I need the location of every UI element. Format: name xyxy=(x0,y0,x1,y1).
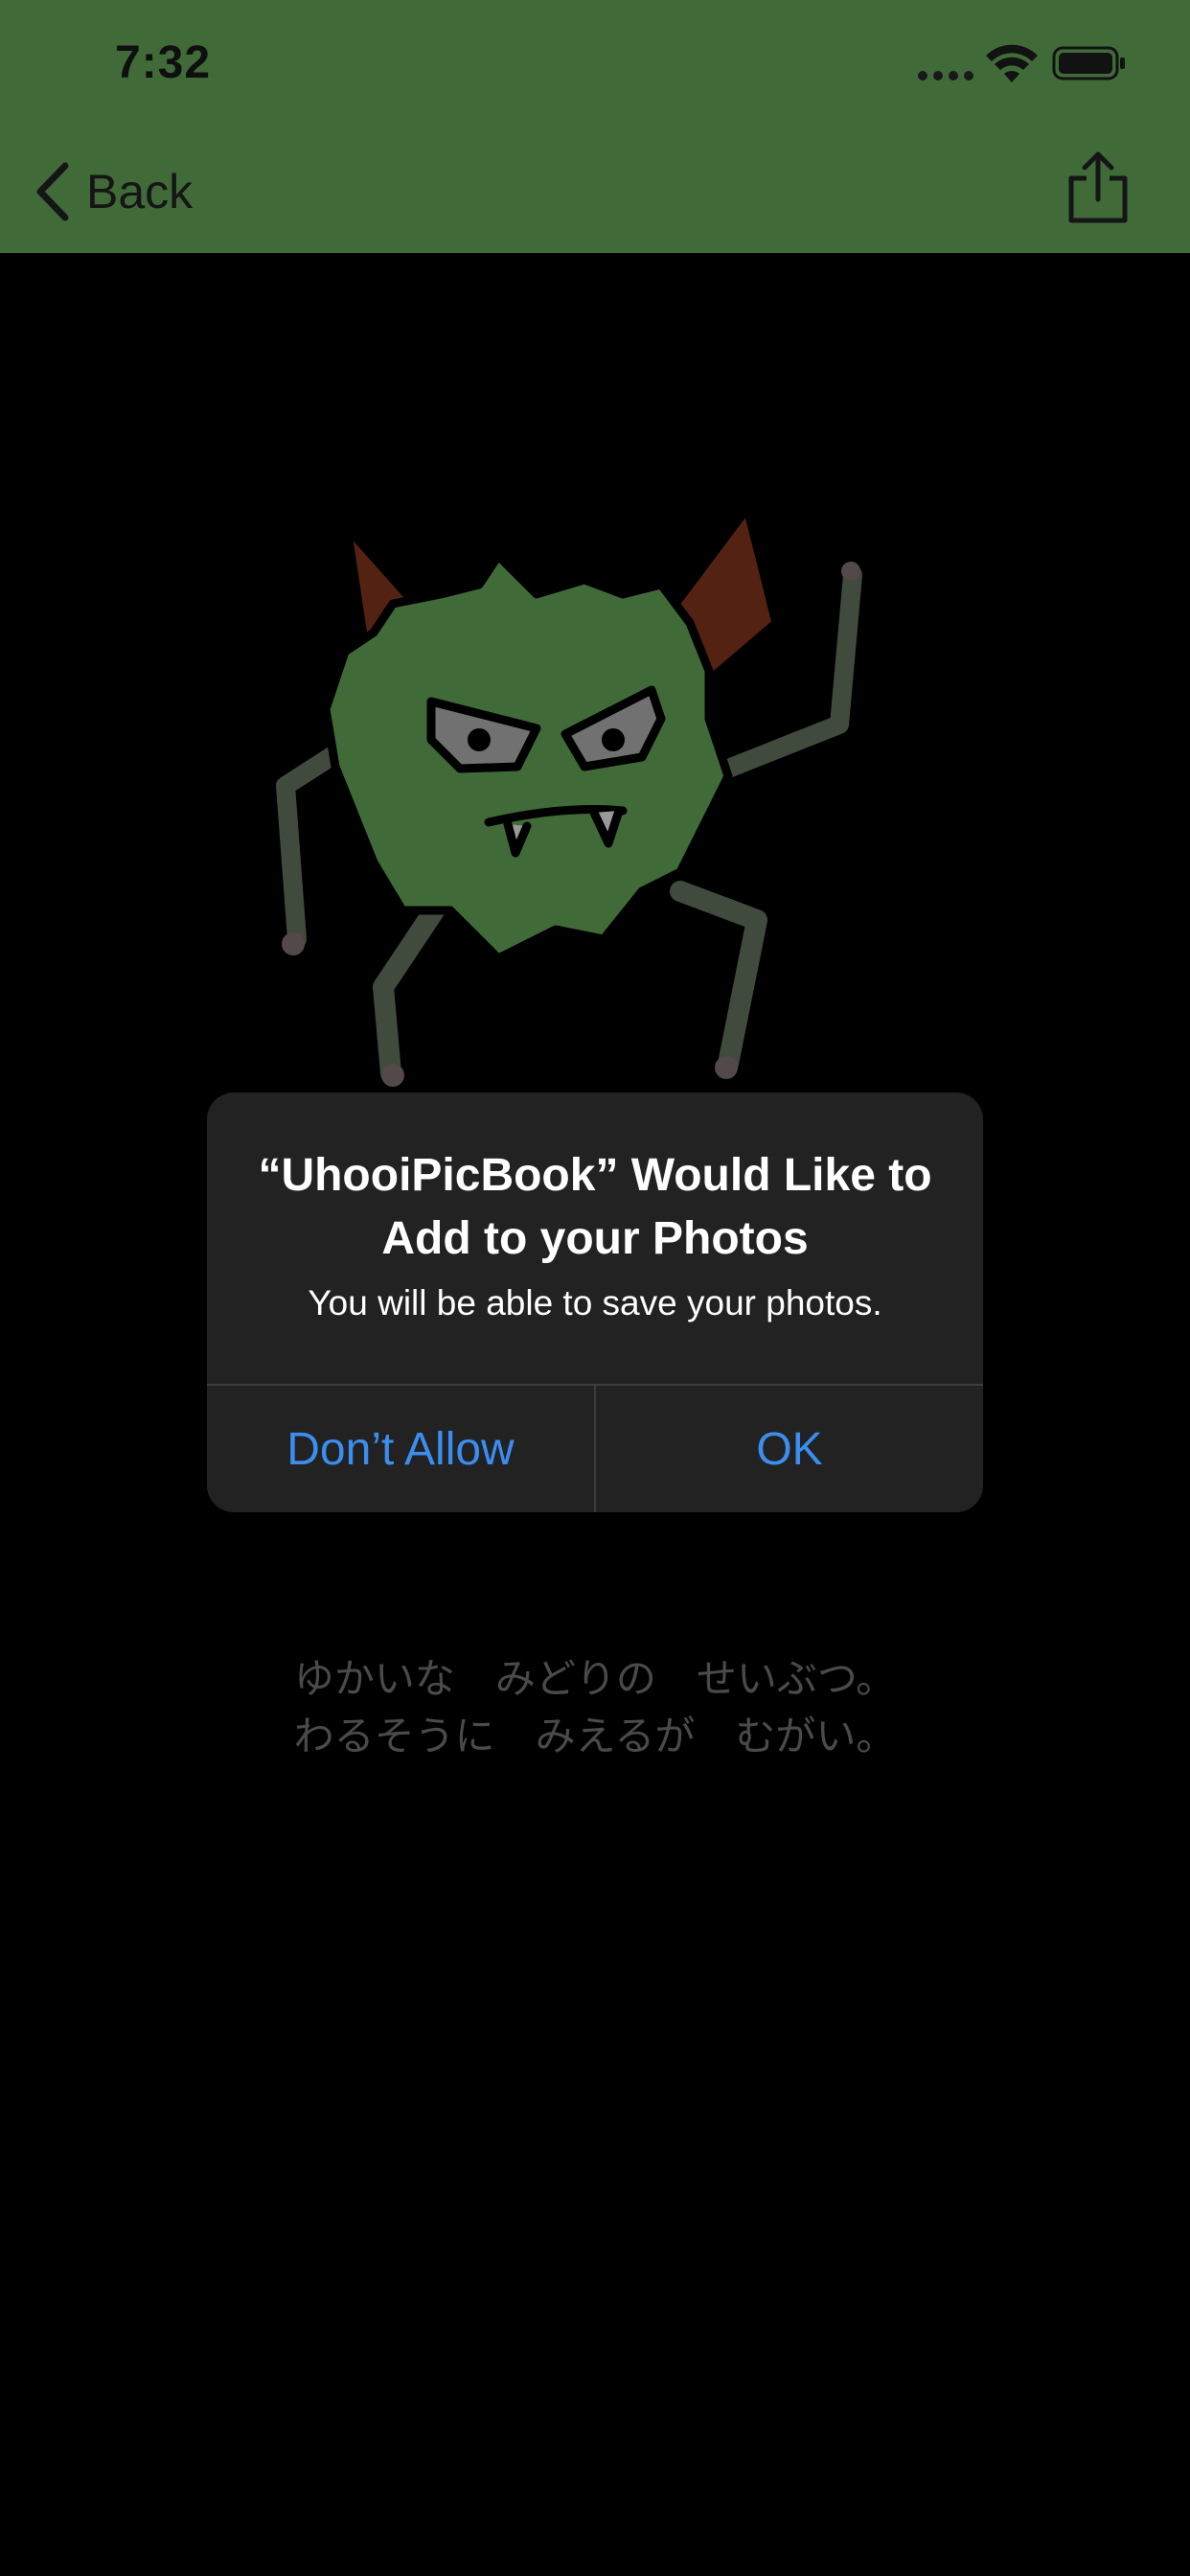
alert-title: “UhooiPicBook” Would Like to Add to your… xyxy=(258,1150,932,1264)
alert-message: You will be able to save your photos. xyxy=(308,1283,882,1322)
dont-allow-button[interactable]: Don’t Allow xyxy=(207,1386,594,1512)
photos-permission-alert: “UhooiPicBook” Would Like to Add to your… xyxy=(207,1092,983,1512)
ok-button[interactable]: OK xyxy=(596,1386,983,1512)
description-text: ゆかいな みどりの せいぶつ。 わるそうに みえるが むがい。 xyxy=(0,1650,1190,1765)
description-line-2: わるそうに みえるが むがい。 xyxy=(293,1713,897,1760)
description-line-1: ゆかいな みどりの せいぶつ。 xyxy=(293,1655,897,1702)
